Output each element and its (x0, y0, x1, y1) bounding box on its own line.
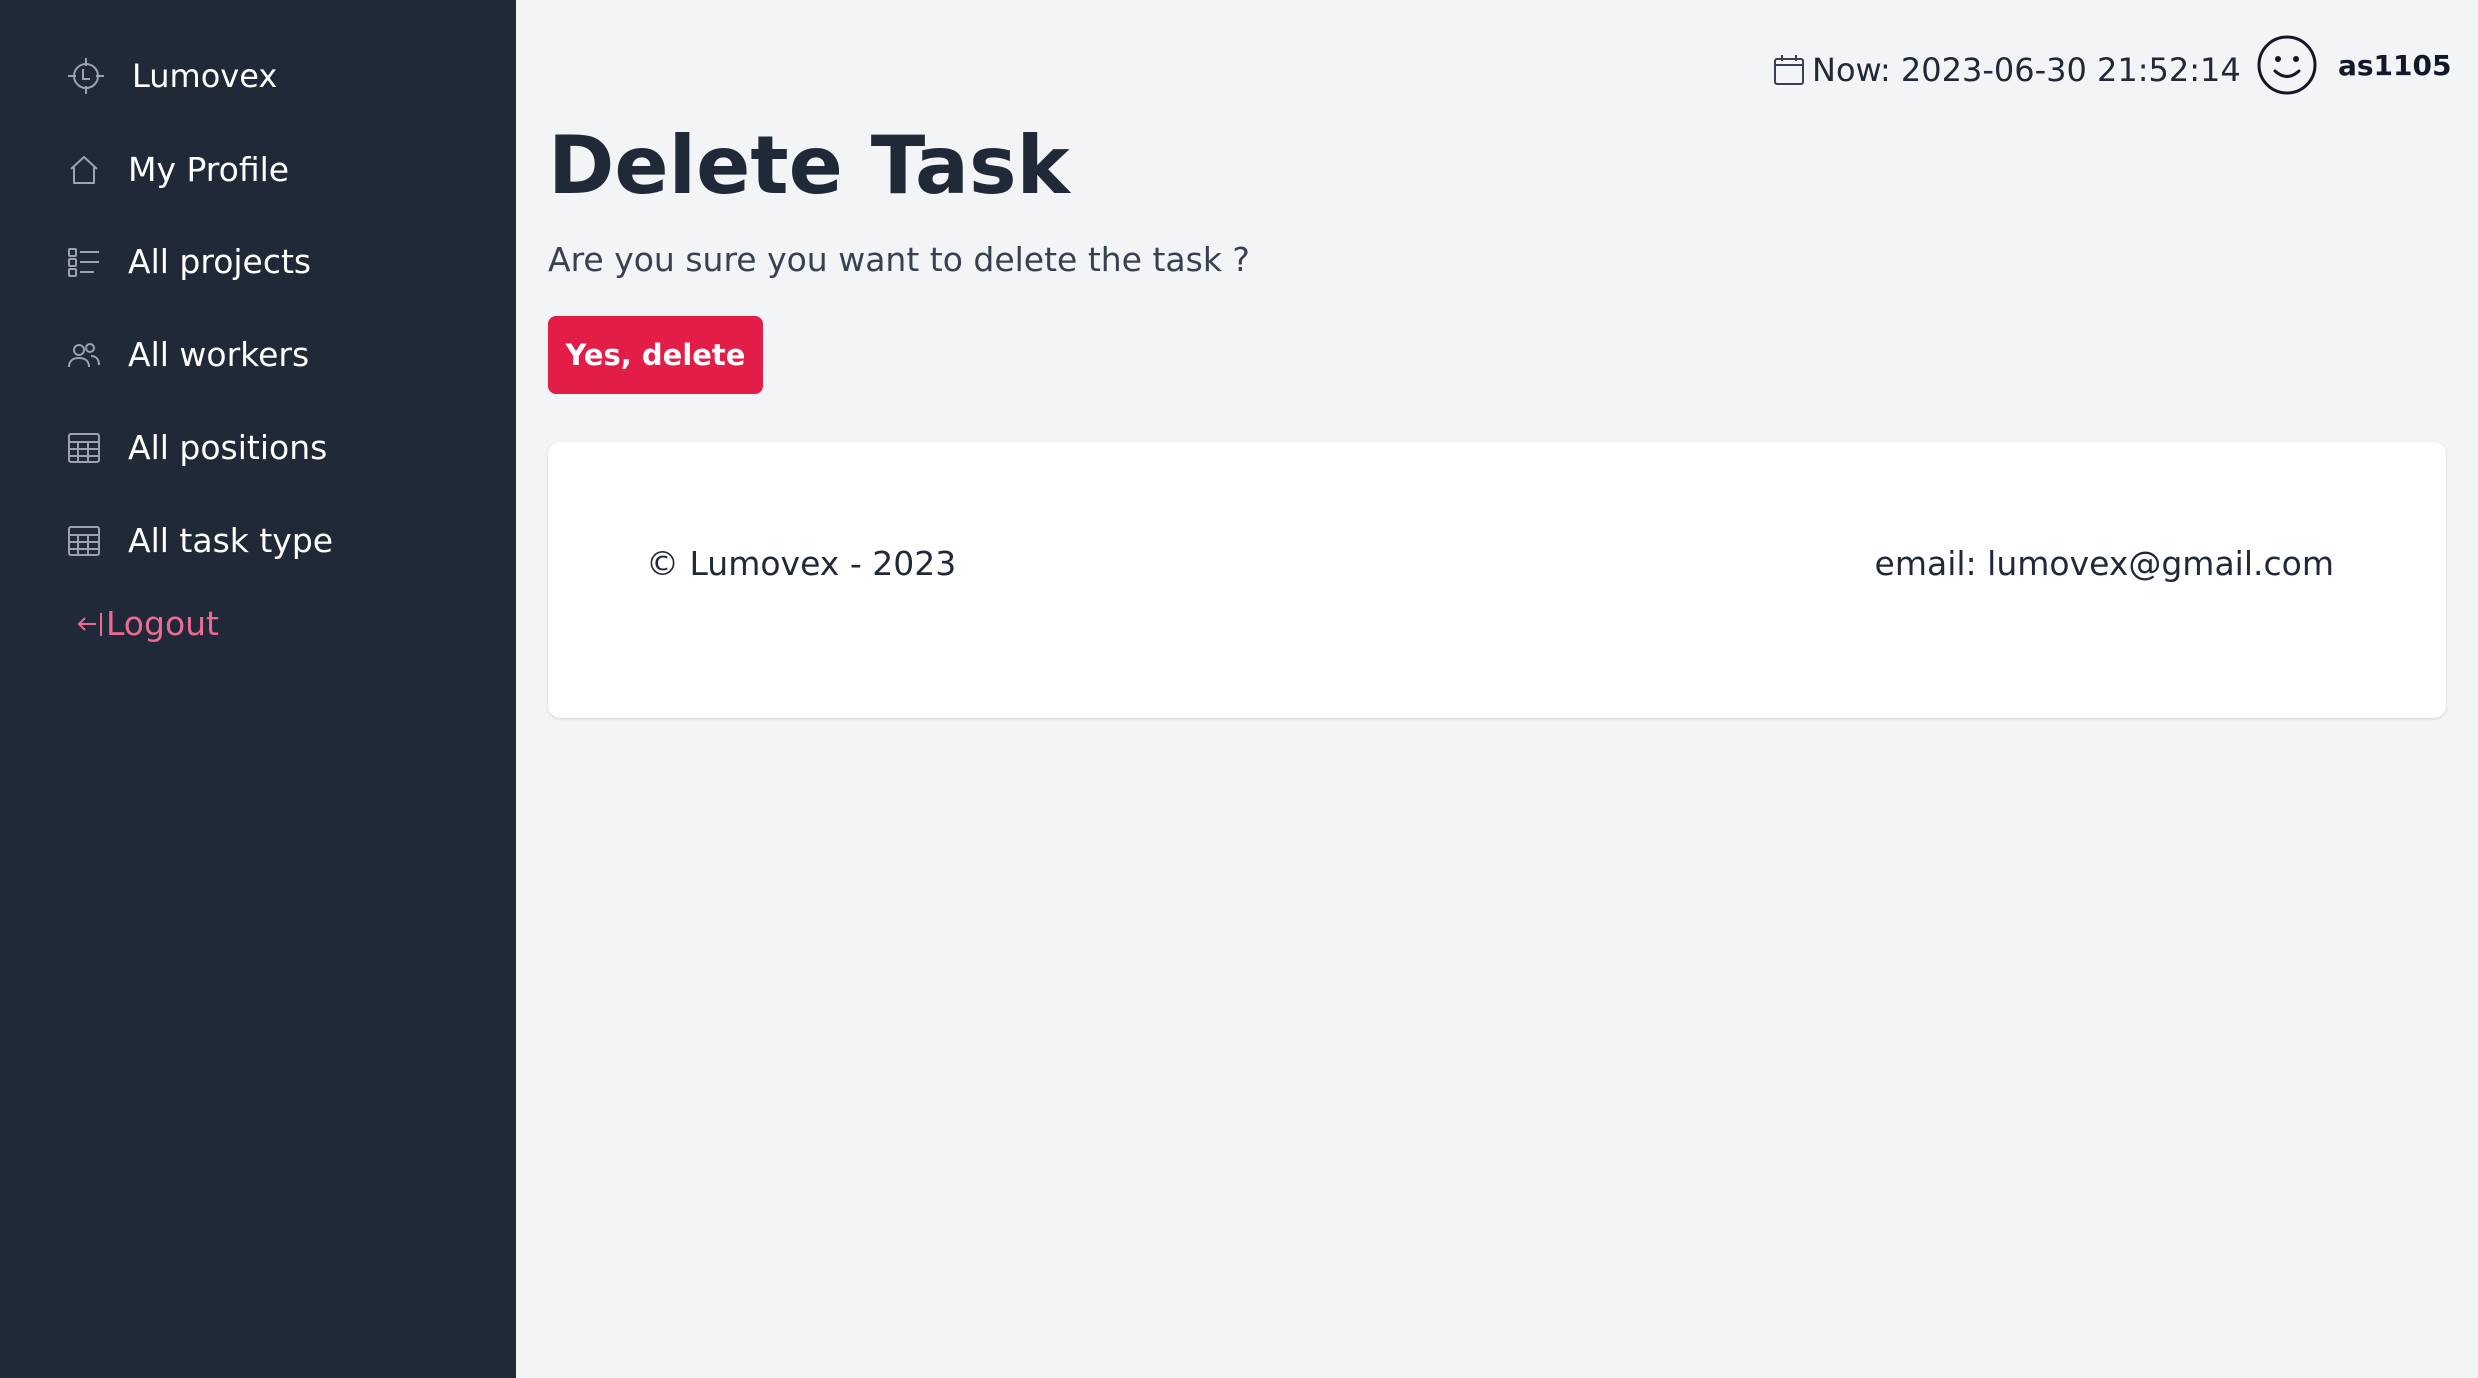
logout-label: Logout (106, 604, 219, 643)
sidebar-item-label: All task type (128, 521, 334, 560)
logout-link[interactable]: Logout (76, 600, 219, 648)
smiley-face-icon (2257, 35, 2317, 95)
app-root: Lumovex My Profile All projects All work… (0, 0, 2478, 1378)
sidebar-item-all-task-type[interactable]: All task type (66, 517, 333, 565)
confirm-message: Are you sure you want to delete the task… (548, 240, 1250, 279)
checklist-icon (68, 248, 99, 277)
contact-email: email: lumovex@gmail.com (1874, 544, 2334, 583)
sidebar-item-label: All positions (128, 428, 328, 467)
calendar-icon (1774, 55, 1804, 85)
sidebar-item-label: All workers (128, 335, 310, 374)
sidebar-item-all-workers[interactable]: All workers (66, 331, 309, 379)
page-title: Delete Task (548, 119, 1070, 212)
current-datetime: Now: 2023-06-30 21:52:14 (1772, 48, 2241, 92)
table-icon (68, 433, 100, 463)
footer-card: © Lumovex - 2023 email: lumovex@gmail.co… (548, 442, 2446, 718)
copyright-text: © Lumovex - 2023 (646, 544, 957, 583)
logout-arrow-icon (77, 613, 102, 636)
sidebar-item-label: My Profile (128, 150, 290, 189)
sidebar-brand[interactable]: Lumovex (66, 56, 277, 96)
table-icon (68, 526, 100, 556)
yes-delete-button[interactable]: Yes, delete (548, 316, 763, 394)
sidebar: Lumovex My Profile All projects All work… (0, 0, 516, 1378)
datetime-label: Now: 2023-06-30 21:52:14 (1812, 51, 2241, 89)
user-menu[interactable]: as1105 (2256, 34, 2452, 96)
crosshair-clock-icon (68, 58, 104, 94)
sidebar-item-all-positions[interactable]: All positions (66, 424, 327, 472)
username: as1105 (2338, 48, 2452, 82)
users-icon (68, 343, 100, 368)
sidebar-item-my-profile[interactable]: My Profile (66, 146, 289, 194)
sidebar-item-all-projects[interactable]: All projects (66, 238, 311, 286)
brand-label: Lumovex (132, 57, 278, 95)
sidebar-item-label: All projects (128, 242, 312, 281)
home-icon (70, 156, 98, 184)
